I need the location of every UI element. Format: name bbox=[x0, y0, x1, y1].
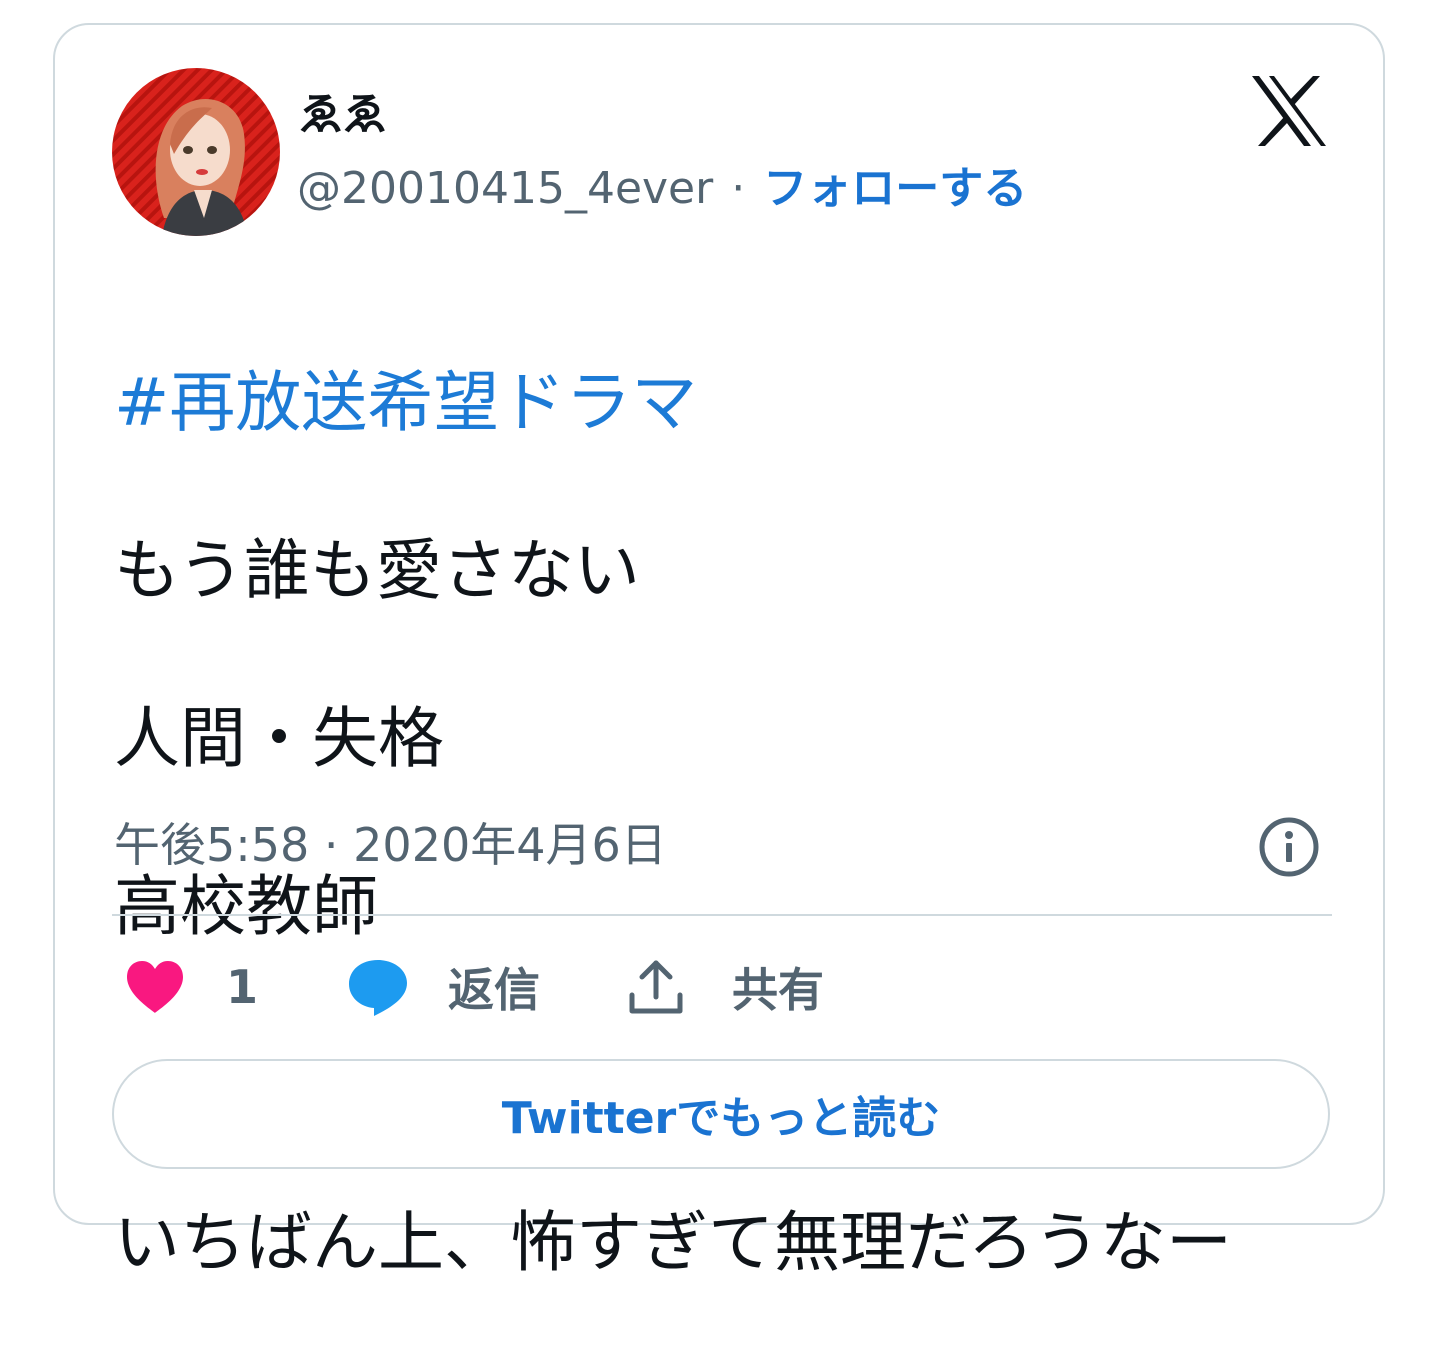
like-count: 1 bbox=[226, 960, 259, 1014]
reply-label: 返信 bbox=[448, 963, 540, 1017]
share-label: 共有 bbox=[732, 963, 824, 1017]
info-icon[interactable] bbox=[1258, 816, 1320, 878]
tweet-line: もう誰も愛さない bbox=[114, 532, 641, 609]
tweet-line: いちばん上、怖すぎて無理だろうなー bbox=[114, 1204, 1233, 1281]
reply-button[interactable]: 返信 bbox=[346, 950, 540, 1024]
action-bar: 1 返信 共有 bbox=[112, 950, 1332, 1024]
divider bbox=[112, 914, 1332, 916]
share-button[interactable]: 共有 bbox=[626, 950, 824, 1024]
author-handle[interactable]: @20010415_4ever bbox=[297, 163, 713, 214]
separator-dot: · bbox=[731, 163, 746, 214]
hashtag-link[interactable]: #再放送希望ドラマ bbox=[114, 361, 1334, 445]
tweet-line: 人間・失格 bbox=[114, 700, 444, 777]
avatar[interactable] bbox=[112, 68, 280, 236]
x-logo-icon[interactable] bbox=[1250, 74, 1328, 148]
heart-icon bbox=[127, 961, 183, 1013]
author-handle-row: @20010415_4ever · フォローする bbox=[297, 161, 1027, 217]
read-more-button[interactable]: Twitterでもっと読む bbox=[112, 1059, 1330, 1169]
author-display-name[interactable]: ゑゑ bbox=[299, 89, 387, 141]
tweet-embed-card: ゑゑ @20010415_4ever · フォローする #再放送希望ドラマ もう… bbox=[53, 23, 1385, 1281]
like-button[interactable]: 1 bbox=[124, 950, 258, 1024]
share-upload-icon bbox=[629, 960, 683, 1014]
tweet-timestamp[interactable]: 午後5:58 · 2020年4月6日 bbox=[114, 815, 667, 875]
speech-bubble-icon bbox=[349, 960, 407, 1016]
follow-link[interactable]: フォローする bbox=[763, 163, 1027, 214]
tweet-line: 高校教師 bbox=[114, 868, 378, 945]
